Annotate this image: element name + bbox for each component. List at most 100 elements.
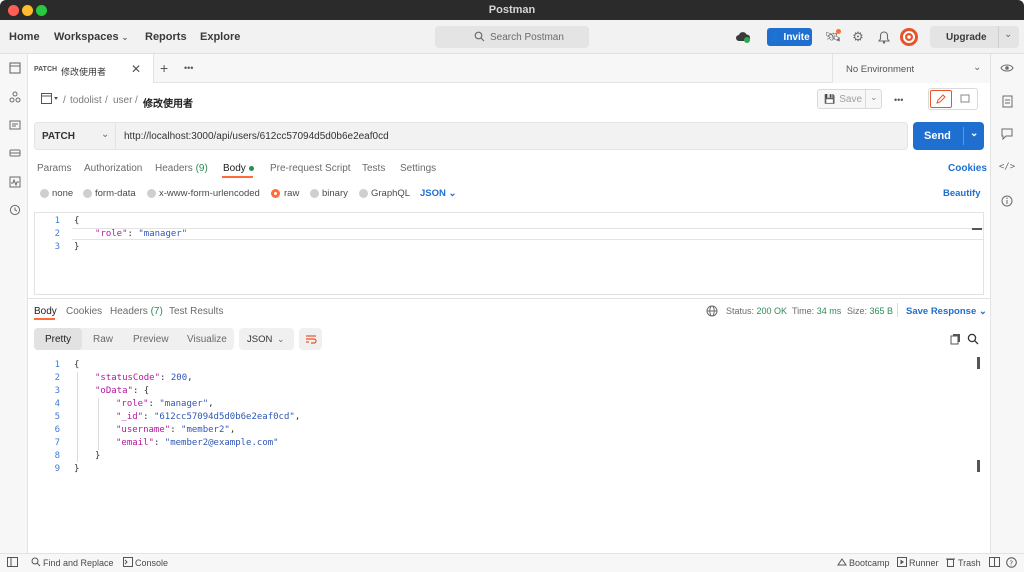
request-type-icon[interactable]	[41, 93, 59, 107]
code-line: }	[95, 451, 101, 461]
collections-icon[interactable]	[8, 61, 22, 75]
radio-label-binary: binary	[322, 188, 348, 199]
add-user-icon: 👤	[769, 31, 781, 42]
new-tab-plus-icon[interactable]: +	[160, 60, 168, 76]
line-number: 6	[54, 425, 60, 435]
code-line: "email": "member2@example.com"	[116, 438, 279, 448]
comments-icon[interactable]	[1000, 127, 1014, 141]
tab-headers[interactable]: Headers (9)	[155, 163, 208, 174]
close-icon[interactable]: ✕	[131, 62, 141, 76]
breadcrumb-collection[interactable]: todolist	[70, 95, 102, 106]
tab-response-body[interactable]: Body	[34, 306, 57, 317]
response-size: Size: 365 B	[847, 306, 894, 316]
cookies-link[interactable]: Cookies	[948, 163, 987, 174]
tab-tests[interactable]: Tests	[362, 163, 385, 174]
globe-icon[interactable]	[706, 305, 718, 320]
view-pretty-label: Pretty	[45, 334, 72, 345]
gear-icon[interactable]: ⚙	[850, 29, 866, 45]
copy-icon[interactable]	[950, 333, 961, 348]
comment-mode-icon[interactable]	[955, 90, 975, 108]
tab-params[interactable]: Params	[37, 163, 71, 174]
nav-workspaces[interactable]: Workspaces ⌄	[54, 31, 128, 43]
radio-form-data[interactable]	[83, 189, 92, 198]
view-visualize-button[interactable]: Visualize	[187, 334, 227, 345]
save-response-button[interactable]: Save Response ⌄	[906, 306, 987, 317]
request-body-editor[interactable]	[34, 212, 984, 295]
radio-label-none: none	[52, 188, 74, 199]
code-icon[interactable]: </>	[999, 160, 1015, 174]
environments-icon[interactable]	[8, 118, 22, 132]
chevron-down-icon[interactable]: ⌄	[970, 128, 978, 139]
active-tab-underline	[34, 318, 55, 320]
breadcrumb-folder[interactable]: user	[113, 95, 132, 106]
chevron-down-icon[interactable]: ⌄	[1004, 29, 1012, 40]
chevron-down-icon: ⌄	[973, 62, 982, 73]
line-number: 9	[54, 464, 60, 474]
view-raw-button[interactable]: Raw	[93, 334, 113, 345]
breadcrumb-separator: /	[135, 95, 138, 106]
radio-none[interactable]	[40, 189, 49, 198]
code-line: "oData": {	[95, 386, 150, 396]
monitors-icon[interactable]	[8, 175, 22, 189]
chevron-down-icon: ⌄	[978, 306, 987, 317]
tab-authorization[interactable]: Authorization	[84, 163, 142, 174]
nav-home[interactable]: Home	[9, 31, 40, 43]
beautify-link[interactable]: Beautify	[943, 188, 980, 199]
avatar[interactable]	[900, 28, 918, 46]
tab-body[interactable]: Body	[223, 163, 254, 174]
info-icon[interactable]	[1000, 194, 1014, 208]
runner-button[interactable]: Runner	[909, 558, 939, 568]
documentation-icon[interactable]	[1000, 94, 1014, 108]
trash-icon	[946, 557, 955, 570]
bootcamp-button[interactable]: Bootcamp	[849, 558, 890, 568]
tab-pre-request-script[interactable]: Pre-request Script	[270, 163, 351, 174]
find-replace-button[interactable]: Find and Replace	[43, 558, 114, 568]
view-preview-button[interactable]: Preview	[133, 334, 169, 345]
search-icon	[474, 31, 485, 42]
trash-button[interactable]: Trash	[958, 558, 981, 568]
nav-explore[interactable]: Explore	[200, 31, 240, 43]
send-button[interactable]: Send ⌄	[913, 122, 984, 150]
divider	[998, 26, 999, 48]
line-number: 5	[54, 412, 60, 422]
radio-urlencoded[interactable]	[147, 189, 156, 198]
nav-reports[interactable]: Reports	[145, 31, 187, 43]
more-actions-icon[interactable]: •••	[894, 95, 903, 105]
breadcrumb-request-name[interactable]: 修改使用者	[143, 95, 193, 110]
radio-graphql[interactable]	[359, 189, 368, 198]
bell-icon[interactable]	[876, 29, 892, 45]
breadcrumb-separator: /	[105, 95, 108, 106]
console-button[interactable]: Console	[135, 558, 168, 568]
history-icon[interactable]	[8, 203, 22, 217]
search-icon[interactable]	[967, 333, 979, 348]
invite-button[interactable]: 👤 Invite	[767, 28, 812, 46]
layout-icon[interactable]	[989, 557, 1000, 570]
more-tabs-icon[interactable]: •••	[184, 63, 193, 73]
tab-settings[interactable]: Settings	[400, 163, 436, 174]
tab-test-results[interactable]: Test Results	[169, 306, 223, 317]
sync-status-icon[interactable]	[735, 29, 751, 45]
tab-response-cookies[interactable]: Cookies	[66, 306, 102, 317]
chevron-down-icon[interactable]: ⌄	[870, 92, 878, 103]
indent-guide	[77, 372, 78, 462]
line-number: 3	[54, 242, 60, 252]
eye-icon[interactable]	[1000, 61, 1014, 75]
toggle-sidebar-icon[interactable]	[7, 557, 18, 570]
indent-guide	[98, 398, 99, 450]
radio-binary[interactable]	[310, 189, 319, 198]
window-title: Postman	[488, 4, 536, 16]
radio-raw-selected[interactable]	[271, 189, 280, 198]
apis-icon[interactable]	[8, 90, 22, 104]
search-icon	[31, 557, 41, 570]
body-format-select[interactable]: JSON ⌄	[420, 188, 456, 199]
tab-response-headers[interactable]: Headers (7)	[110, 306, 163, 317]
console-icon	[123, 557, 133, 570]
notification-dot	[836, 29, 841, 34]
wrap-lines-icon[interactable]	[299, 328, 322, 350]
save-button[interactable]: 💾 Save ⌄	[817, 89, 882, 109]
response-status: Status: 200 OK	[726, 306, 788, 316]
mock-servers-icon[interactable]	[8, 146, 22, 160]
help-icon[interactable]: ?	[1006, 557, 1017, 571]
edit-mode-pencil-icon[interactable]	[930, 90, 952, 108]
active-line-highlight	[72, 228, 984, 240]
